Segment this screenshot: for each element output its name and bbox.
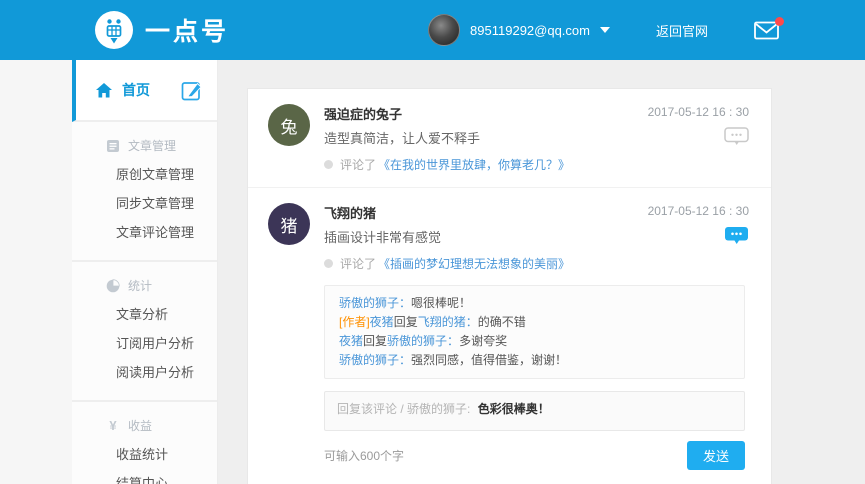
notification-dot bbox=[775, 17, 784, 26]
author-tag: [作者] bbox=[339, 315, 370, 329]
reply-bubble-icon[interactable] bbox=[724, 127, 749, 146]
section-label: 统计 bbox=[128, 277, 152, 294]
sidebar-item-revenue-stats[interactable]: 收益统计 bbox=[106, 440, 207, 469]
article-link[interactable]: 《插画的梦幻理想无法想象的美丽》 bbox=[378, 255, 570, 272]
compose-pen-icon[interactable] bbox=[181, 79, 203, 101]
yen-icon: ¥ bbox=[106, 418, 120, 433]
reply-text: 多谢夸奖 bbox=[459, 334, 507, 348]
sidebar-section-articles: 文章管理 原创文章管理 同步文章管理 文章评论管理 bbox=[72, 122, 217, 262]
send-button[interactable]: 发送 bbox=[687, 441, 745, 470]
sidebar: 首页 bbox=[0, 60, 218, 484]
char-limit-hint: 可输入600个字 bbox=[324, 447, 404, 464]
section-label: 文章管理 bbox=[128, 137, 176, 154]
user-avatar[interactable] bbox=[428, 14, 460, 46]
article-link[interactable]: 《在我的世界里放肆，你算老几？》 bbox=[378, 156, 570, 173]
reply-bubble-icon-active[interactable] bbox=[724, 226, 749, 245]
envelope-icon bbox=[754, 27, 779, 44]
comment-side: 2017-05-12 16 : 30 bbox=[648, 204, 749, 250]
document-icon bbox=[106, 139, 120, 153]
header-right-cluster: 895119292@qq.com 返回官网 bbox=[428, 14, 779, 46]
reply-text: 的确不错 bbox=[478, 315, 526, 329]
comment-meta: 评论了 《在我的世界里放肆，你算老几？》 bbox=[324, 156, 745, 173]
reply-target[interactable]: 飞翔的猪 bbox=[418, 315, 466, 329]
avatar-pig[interactable]: 猪 bbox=[268, 203, 310, 245]
account-email[interactable]: 895119292@qq.com bbox=[470, 23, 590, 38]
comment-row: 猪 飞翔的猪 插画设计非常有感觉 评论了 《插画的梦幻理想无法想象的美丽》 骄傲… bbox=[248, 188, 771, 484]
home-icon bbox=[96, 83, 112, 98]
sidebar-section-revenue: ¥ 收益 收益统计 结算中心 bbox=[72, 402, 217, 484]
main-content: 兔 强迫症的兔子 造型真简洁，让人爱不释手 评论了 《在我的世界里放肆，你算老几… bbox=[218, 60, 865, 484]
reply-thread: 骄傲的狮子：嗯很棒呢！ [作者]夜猪回复飞翔的猪：的确不错 夜猪回复骄傲的狮子：… bbox=[324, 285, 745, 379]
sidebar-item-home[interactable]: 首页 bbox=[72, 60, 217, 122]
section-head: 统计 bbox=[106, 277, 207, 294]
comment-action: 评论了 bbox=[340, 255, 376, 272]
reply-action: 回复 bbox=[363, 334, 387, 348]
top-header: 一点号 895119292@qq.com 返回官网 bbox=[0, 0, 865, 60]
sidebar-item-article-comments[interactable]: 文章评论管理 bbox=[106, 218, 207, 247]
pie-chart-icon bbox=[106, 279, 120, 293]
reply-author[interactable]: 骄傲的狮子 bbox=[339, 296, 399, 310]
sidebar-item-article-analysis[interactable]: 文章分析 bbox=[106, 300, 207, 329]
comment-side: 2017-05-12 16 : 30 bbox=[648, 105, 749, 151]
section-head: 文章管理 bbox=[106, 137, 207, 154]
back-to-site-link[interactable]: 返回官网 bbox=[656, 21, 708, 40]
reply-footer: 可输入600个字 发送 bbox=[324, 441, 745, 470]
comment-timestamp: 2017-05-12 16 : 30 bbox=[648, 105, 749, 119]
brand-logo[interactable]: 一点号 bbox=[95, 11, 229, 49]
sidebar-item-sync-articles[interactable]: 同步文章管理 bbox=[106, 189, 207, 218]
reply-text: 强烈同感，值得借鉴，谢谢！ bbox=[411, 353, 567, 367]
reply-input[interactable]: 回复该评论 / 骄傲的狮子: 色彩很棒奥！ bbox=[324, 391, 745, 431]
comment-meta: 评论了 《插画的梦幻理想无法想象的美丽》 bbox=[324, 255, 745, 272]
reply-target[interactable]: 骄傲的狮子 bbox=[387, 334, 447, 348]
section-label: 收益 bbox=[128, 417, 152, 434]
avatar-rabbit[interactable]: 兔 bbox=[268, 104, 310, 146]
reply-item: 夜猪回复骄傲的狮子：多谢夸奖 bbox=[339, 332, 730, 351]
reply-text: 嗯很棒呢！ bbox=[411, 296, 471, 310]
sidebar-menu: 首页 bbox=[72, 60, 218, 484]
reply-author[interactable]: 骄傲的狮子 bbox=[339, 353, 399, 367]
reply-author[interactable]: 夜猪 bbox=[370, 315, 394, 329]
reply-item: 骄傲的狮子：嗯很棒呢！ bbox=[339, 294, 730, 313]
sidebar-rail bbox=[0, 60, 72, 484]
sidebar-item-reader-analysis[interactable]: 阅读用户分析 bbox=[106, 358, 207, 387]
reply-author[interactable]: 夜猪 bbox=[339, 334, 363, 348]
comment-timestamp: 2017-05-12 16 : 30 bbox=[648, 204, 749, 218]
comments-card: 兔 强迫症的兔子 造型真简洁，让人爱不释手 评论了 《在我的世界里放肆，你算老几… bbox=[247, 88, 772, 484]
sidebar-section-stats: 统计 文章分析 订阅用户分析 阅读用户分析 bbox=[72, 262, 217, 402]
reply-item: [作者]夜猪回复飞翔的猪：的确不错 bbox=[339, 313, 730, 332]
chevron-down-icon[interactable] bbox=[600, 27, 610, 33]
reply-input-value: 色彩很棒奥！ bbox=[478, 402, 550, 416]
sidebar-home-label: 首页 bbox=[122, 80, 150, 100]
robot-pen-logo-icon bbox=[95, 11, 133, 49]
reply-action: 回复 bbox=[394, 315, 418, 329]
section-head: ¥ 收益 bbox=[106, 417, 207, 434]
mail-button[interactable] bbox=[754, 21, 779, 40]
status-dot-icon bbox=[324, 160, 333, 169]
sidebar-item-original-articles[interactable]: 原创文章管理 bbox=[106, 160, 207, 189]
reply-item: 骄傲的狮子：强烈同感，值得借鉴，谢谢！ bbox=[339, 351, 730, 370]
reply-input-prefix: 回复该评论 / 骄傲的狮子: bbox=[337, 402, 470, 416]
status-dot-icon bbox=[324, 259, 333, 268]
brand-name: 一点号 bbox=[145, 12, 229, 48]
sidebar-item-settlement-center[interactable]: 结算中心 bbox=[106, 469, 207, 484]
comment-action: 评论了 bbox=[340, 156, 376, 173]
comment-row: 兔 强迫症的兔子 造型真简洁，让人爱不释手 评论了 《在我的世界里放肆，你算老几… bbox=[248, 89, 771, 188]
sidebar-item-subscriber-analysis[interactable]: 订阅用户分析 bbox=[106, 329, 207, 358]
